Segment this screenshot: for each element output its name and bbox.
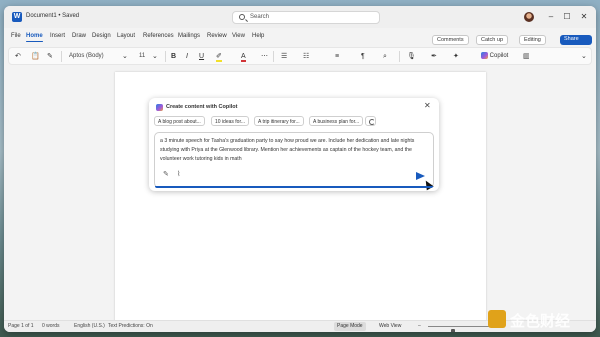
page-count: Page 1 of 1 <box>8 323 34 329</box>
copilot-panel: Create content with Copilot ✕ A blog pos… <box>149 98 439 191</box>
chevron-down-icon[interactable]: ⌄ <box>122 52 128 61</box>
tab-view[interactable]: View <box>232 33 245 39</box>
designer-icon[interactable]: ✦ <box>453 52 459 61</box>
copilot-button[interactable]: Copilot <box>481 52 508 61</box>
catchup-label: Catch up <box>481 37 504 43</box>
tab-insert[interactable]: Insert <box>50 33 65 39</box>
tab-draw[interactable]: Draw <box>72 33 86 39</box>
language[interactable]: English (U.S.) <box>74 323 105 329</box>
refresh-icon[interactable] <box>365 116 376 126</box>
suggestion-chip[interactable]: 10 ideas for... <box>211 116 250 126</box>
numbering-icon[interactable]: ☷ <box>303 52 309 61</box>
paste-icon[interactable]: 📋 <box>31 52 40 61</box>
italic-icon[interactable]: I <box>186 52 188 61</box>
mouse-cursor-icon <box>422 178 434 191</box>
dictate-icon[interactable]: 🎙 <box>407 52 416 61</box>
zoom-thumb[interactable] <box>450 329 455 332</box>
minimize-icon[interactable]: – <box>544 11 558 23</box>
share-button[interactable]: Share <box>560 35 592 45</box>
maximize-icon[interactable]: ☐ <box>560 11 574 23</box>
close-icon[interactable]: ✕ <box>424 101 431 110</box>
word-window: W Document1 • Saved Search – ☐ ✕ File Ho… <box>4 6 596 332</box>
web-view-button[interactable]: Web View <box>376 322 404 331</box>
underline-icon[interactable]: U <box>199 52 204 61</box>
tab-review[interactable]: Review <box>207 33 227 39</box>
layout-options-icon[interactable]: ▥ <box>523 52 530 61</box>
word-count: 0 words <box>42 323 60 329</box>
prompt-input[interactable]: a 3 minute speech for Tasha's graduation… <box>154 132 434 191</box>
page-mode-button[interactable]: Page Mode <box>334 322 366 331</box>
editing-button[interactable]: Editing <box>519 35 546 45</box>
prompt-text[interactable]: a 3 minute speech for Tasha's graduation… <box>160 137 422 164</box>
undo-icon[interactable]: ↶ <box>15 52 21 61</box>
tab-help[interactable]: Help <box>252 33 264 39</box>
font-name-select[interactable]: Aptos (Body) <box>69 52 104 61</box>
title-bar: W Document1 • Saved Search – ☐ ✕ <box>4 6 596 28</box>
divider <box>273 51 274 62</box>
tab-mailings[interactable]: Mailings <box>178 33 200 39</box>
find-icon[interactable]: ⌕ <box>383 52 387 61</box>
chevron-down-icon[interactable]: ⌄ <box>152 52 158 61</box>
suggestion-chip[interactable]: A blog post about... <box>154 116 205 126</box>
attach-icon[interactable]: ⌇ <box>177 171 185 179</box>
comments-label: Comments <box>437 37 464 43</box>
font-size-select[interactable]: 11 <box>139 52 145 61</box>
tab-file[interactable]: File <box>11 33 21 39</box>
text-predictions[interactable]: Text Predictions: On <box>108 323 153 329</box>
divider <box>399 51 400 62</box>
search-placeholder: Search <box>250 14 270 20</box>
align-icon[interactable]: ≡ <box>335 52 339 61</box>
tab-design[interactable]: Design <box>92 33 111 39</box>
close-icon[interactable]: ✕ <box>577 11 591 23</box>
tab-home[interactable]: Home <box>26 33 43 42</box>
zoom-out-icon[interactable]: – <box>418 323 421 329</box>
tab-layout[interactable]: Layout <box>117 33 135 39</box>
bullets-icon[interactable]: ☰ <box>281 52 287 61</box>
divider <box>61 51 62 62</box>
highlight-icon[interactable]: ✐ <box>216 52 222 62</box>
search-box[interactable]: Search <box>232 11 380 24</box>
copilot-icon <box>156 104 163 111</box>
word-app-icon[interactable]: W <box>12 12 22 22</box>
bold-icon[interactable]: B <box>171 52 176 61</box>
copilot-icon <box>481 52 488 59</box>
styles-icon[interactable]: ¶ <box>361 52 365 61</box>
font-color-icon[interactable]: A <box>241 52 246 62</box>
tab-references[interactable]: References <box>143 33 174 39</box>
watermark-logo-icon <box>488 310 506 328</box>
copilot-panel-title: Create content with Copilot <box>166 104 238 110</box>
share-label: Share <box>564 36 579 42</box>
watermark-text: 金色财经 <box>510 313 571 330</box>
divider <box>165 51 166 62</box>
search-icon <box>239 14 245 20</box>
pen-icon[interactable]: ✎ <box>163 171 171 179</box>
editor-icon[interactable]: ✒ <box>431 52 437 61</box>
document-area: Create content with Copilot ✕ A blog pos… <box>4 66 596 324</box>
more-icon[interactable]: ⋯ <box>261 52 268 61</box>
suggestion-chip[interactable]: A business plan for... <box>309 116 364 126</box>
suggestion-chip[interactable]: A trip itinerary for... <box>254 116 304 126</box>
editing-label: Editing <box>524 37 541 43</box>
document-title[interactable]: Document1 • Saved <box>26 13 79 19</box>
comments-button[interactable]: Comments <box>432 35 469 45</box>
avatar[interactable] <box>524 12 534 22</box>
watermark-logo: 金色财经 <box>484 306 596 332</box>
format-painter-icon[interactable]: ✎ <box>47 52 53 61</box>
copilot-label: Copilot <box>489 53 509 60</box>
ribbon-toolbar: ↶ 📋 ✎ Aptos (Body) ⌄ 11 ⌄ B I U ✐ A ⋯ ☰ … <box>8 47 592 65</box>
catchup-button[interactable]: Catch up <box>476 35 509 45</box>
chevron-down-icon[interactable]: ⌄ <box>581 52 587 61</box>
